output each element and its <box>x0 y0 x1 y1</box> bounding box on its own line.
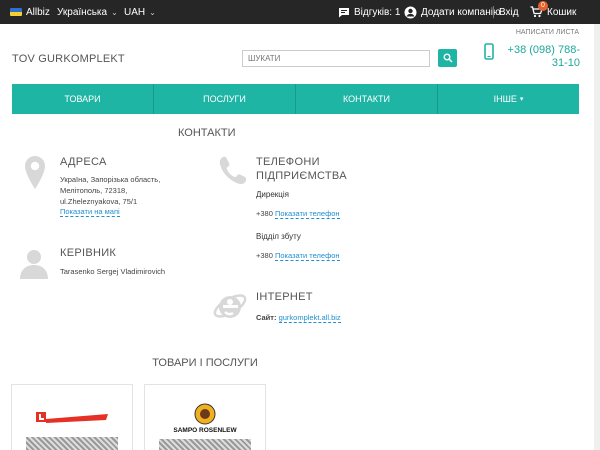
department-directorate: Дирекція <box>256 190 289 199</box>
comment-icon <box>339 7 349 17</box>
tab-label: ПОСЛУГИ <box>203 94 246 104</box>
phones-title-line-2: ПІДПРИЄМСТВА <box>256 170 347 182</box>
tab-label: ТОВАРИ <box>64 94 101 104</box>
tab-services[interactable]: ПОСЛУГИ <box>154 84 296 114</box>
tab-other[interactable]: ІНШЕ ▾ <box>438 84 579 114</box>
website-link[interactable]: gurkomplekt.all.biz <box>278 313 341 323</box>
manager-name: Tarasenko Sergej Vladimirovich <box>60 267 166 276</box>
sampo-rosenlew-logo <box>194 403 216 425</box>
phone-prefix: +380 <box>256 251 273 260</box>
cart-count-badge: 0 <box>538 1 548 11</box>
reviews-label: Відгуків: 1 <box>354 6 401 18</box>
address-line-2: Мелітополь, 72318, <box>60 186 128 195</box>
tab-contacts[interactable]: КОНТАКТИ <box>296 84 438 114</box>
internet-explorer-icon <box>213 294 247 318</box>
mobile-phone-icon <box>484 43 494 60</box>
currency-selector[interactable]: UAH ⌄ <box>124 0 156 24</box>
person-icon <box>20 250 48 279</box>
product-image <box>159 439 251 450</box>
manager-title: КЕРІВНИК <box>60 247 117 259</box>
show-on-map-label: Показати на мапі <box>60 207 120 217</box>
website-label: Сайт: <box>256 313 277 322</box>
scrollbar[interactable] <box>594 24 600 450</box>
phone-handset-icon <box>219 156 246 185</box>
show-phone-link[interactable]: Показати телефон <box>275 209 340 219</box>
location-pin-icon <box>25 156 45 189</box>
contacts-heading: КОНТАКТИ <box>178 127 236 139</box>
phones-title-line-1: ТЕЛЕФОНИ <box>256 156 320 168</box>
chevron-down-icon: ▾ <box>519 96 524 103</box>
product-card[interactable]: SAMPO ROSENLEW <box>144 384 266 450</box>
chevron-down-icon: ⌄ <box>149 7 156 17</box>
website-row: Сайт: gurkomplekt.all.biz <box>256 313 341 323</box>
brand-link[interactable]: Allbiz <box>10 0 50 24</box>
cart-label: Кошик <box>547 6 577 18</box>
language-selector[interactable]: Українська ⌄ <box>57 0 118 24</box>
main-nav: ТОВАРИ ПОСЛУГИ КОНТАКТИ ІНШЕ ▾ <box>12 84 579 114</box>
department-sales: Відділ збуту <box>256 232 301 241</box>
brand-label: Allbiz <box>26 6 50 18</box>
user-circle-icon <box>404 6 417 18</box>
goods-heading: ТОВАРИ І ПОСЛУГИ <box>152 357 258 369</box>
reviews-link[interactable]: Відгуків: 1 <box>338 0 400 24</box>
language-label: Українська <box>57 6 108 18</box>
company-name: TOV GURKOMPLEKT <box>12 53 125 65</box>
product-brand: SAMPO ROSENLEW <box>173 427 237 434</box>
login-label: Вхід <box>499 6 519 18</box>
address-line-3: ul.Zheleznyakova, 75/1 <box>60 197 138 206</box>
divider <box>493 6 494 18</box>
tab-label: ІНШЕ <box>493 94 517 104</box>
top-bar: Allbiz Українська ⌄ UAH ⌄ Відгуків: 1 До… <box>0 0 600 24</box>
currency-label: UAH <box>124 6 146 18</box>
tab-goods[interactable]: ТОВАРИ <box>12 84 154 114</box>
tab-label: КОНТАКТИ <box>342 94 391 104</box>
cart-icon-wrap: 0 <box>530 1 548 18</box>
send-letter-link[interactable]: НАПИСАТИ ЛИСТА <box>516 29 579 36</box>
ukraine-flag-icon <box>10 8 22 16</box>
address-title: АДРЕСА <box>60 156 107 168</box>
phone-sales: +380 Показати телефон <box>256 251 340 261</box>
show-on-map-link[interactable]: Показати на мапі <box>60 207 120 217</box>
search-button[interactable] <box>438 49 457 67</box>
address-line-1: Україна, Запорізька область, <box>60 175 161 184</box>
login-link[interactable]: Вхід <box>499 0 519 24</box>
internet-title: ІНТЕРНЕТ <box>256 291 313 303</box>
luvenda-logo <box>36 412 108 423</box>
phone-directorate: +380 Показати телефон <box>256 209 340 219</box>
product-image <box>26 437 118 450</box>
show-phone-link[interactable]: Показати телефон <box>275 251 340 261</box>
cart-link[interactable]: 0 Кошик <box>530 0 576 24</box>
add-company-link[interactable]: Додати компанію <box>404 0 501 24</box>
search-input[interactable] <box>242 50 430 67</box>
chevron-down-icon: ⌄ <box>111 7 118 17</box>
product-card[interactable] <box>11 384 133 450</box>
phone-number[interactable]: +38 (098) 788-31-10 <box>504 44 580 70</box>
phone-prefix: +380 <box>256 209 273 218</box>
search-icon <box>443 53 453 63</box>
add-company-label: Додати компанію <box>421 6 501 18</box>
